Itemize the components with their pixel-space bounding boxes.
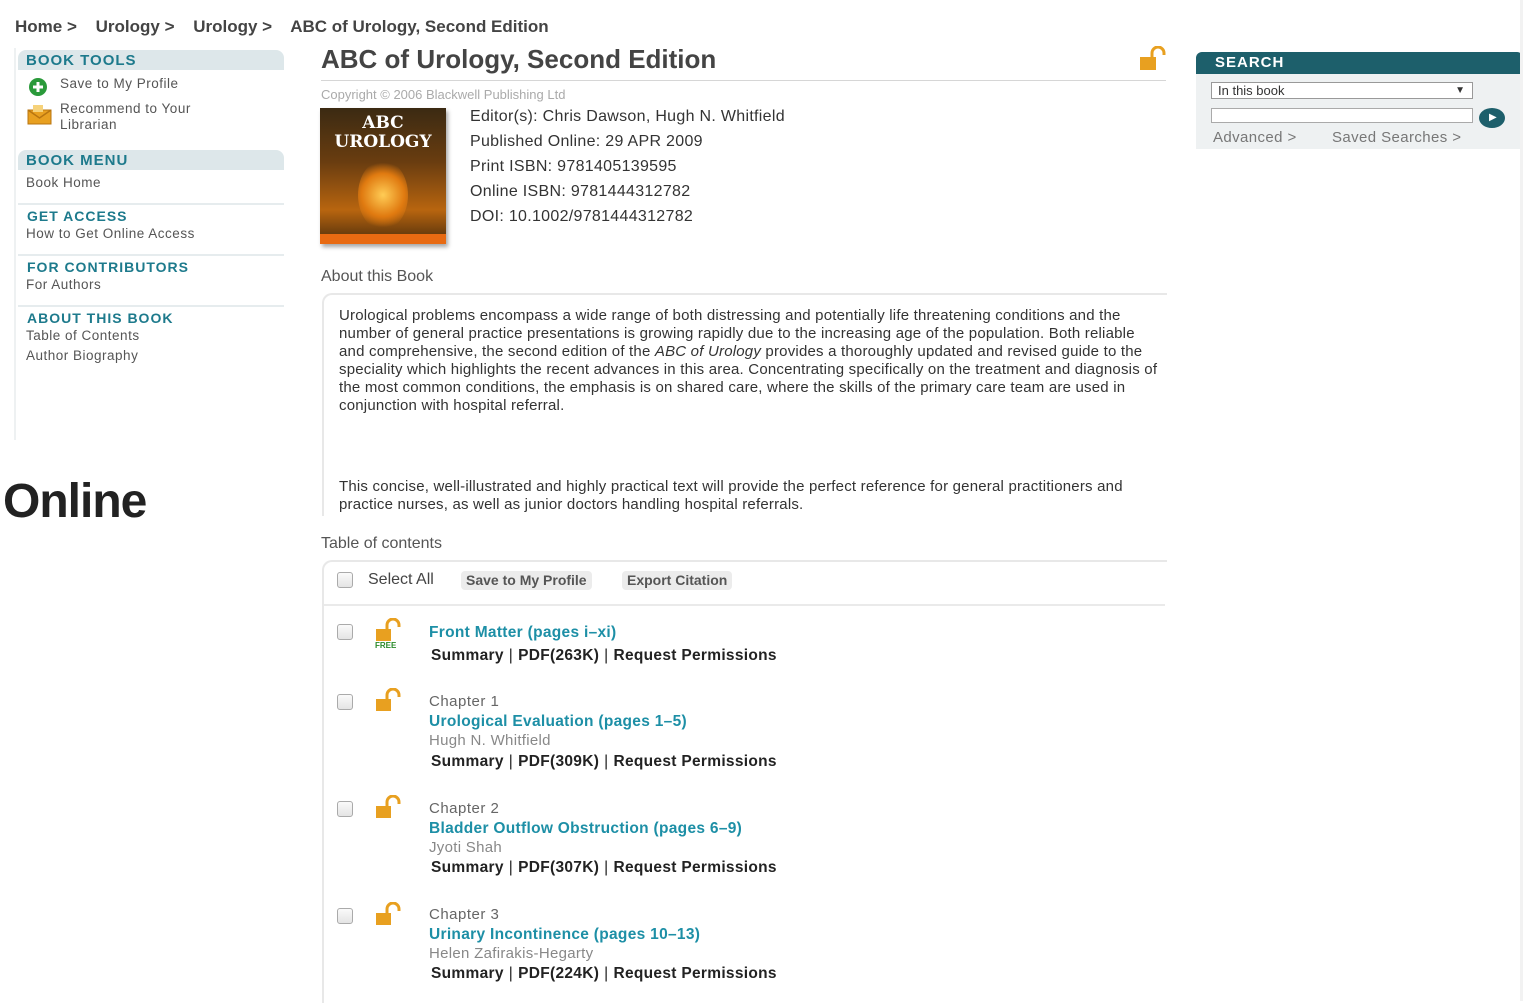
online-isbn: Online ISBN: 9781444312782	[470, 183, 691, 200]
save-to-profile-link[interactable]: Save to My Profile	[60, 76, 179, 91]
breadcrumb-home[interactable]: Home >	[15, 17, 77, 36]
author-biography-link[interactable]: Author Biography	[26, 348, 138, 363]
export-citation-button[interactable]: Export Citation	[622, 571, 733, 590]
table-of-contents-link[interactable]: Table of Contents	[26, 328, 140, 343]
entry-links: Summary | PDF(224K) | Request Permissions	[431, 965, 777, 982]
search-panel: SEARCH In this book ▼ ▶ Advanced > Saved…	[1196, 52, 1523, 149]
entry-author: Jyoti Shah	[429, 839, 503, 856]
entry-title-link[interactable]: Bladder Outflow Obstruction (pages 6–9)	[429, 820, 742, 838]
entry-links: Summary | PDF(263K) | Request Permissions	[431, 647, 777, 664]
pdf-link[interactable]: PDF(307K)	[518, 859, 599, 876]
entry-title-link[interactable]: Urological Evaluation (pages 1–5)	[429, 713, 687, 731]
request-permissions-link[interactable]: Request Permissions	[613, 859, 776, 876]
pdf-link[interactable]: PDF(224K)	[518, 965, 599, 982]
about-paragraph-2: This concise, well-illustrated and highl…	[339, 478, 1123, 513]
plus-circle-icon[interactable]	[27, 77, 49, 102]
get-access-heading: GET ACCESS	[27, 208, 128, 224]
entry-author: Hugh N. Whitfield	[429, 732, 551, 749]
copyright-notice: Copyright © 2006 Blackwell Publishing Lt…	[321, 87, 566, 102]
book-cover-image[interactable]: ABC UROLOGY	[320, 108, 446, 244]
summary-link[interactable]: Summary	[431, 859, 504, 876]
search-heading: SEARCH	[1196, 52, 1523, 74]
select-all-checkbox[interactable]	[337, 572, 353, 588]
editors: Editor(s): Chris Dawson, Hugh N. Whitfie…	[470, 108, 785, 125]
search-scope-select[interactable]: In this book ▼	[1211, 82, 1473, 99]
cover-title: ABC UROLOGY	[334, 113, 432, 152]
summary-link[interactable]: Summary	[431, 647, 504, 664]
breadcrumb-urology-1[interactable]: Urology >	[96, 17, 175, 36]
about-this-book-heading: ABOUT THIS BOOK	[27, 310, 174, 326]
saved-searches-link[interactable]: Saved Searches >	[1332, 129, 1461, 146]
free-badge: FREE	[375, 641, 397, 650]
book-menu-heading: BOOK MENU	[18, 150, 284, 170]
recommend-librarian-link[interactable]: Recommend to Your	[60, 101, 191, 116]
open-lock-icon	[375, 687, 405, 719]
for-authors-link[interactable]: For Authors	[26, 277, 101, 292]
sidebar-divider	[18, 203, 284, 205]
title-divider	[321, 80, 1166, 81]
online-label: Online	[3, 475, 147, 528]
entry-title-link[interactable]: Urinary Incontinence (pages 10–13)	[429, 926, 700, 944]
entry-checkbox[interactable]	[337, 908, 353, 924]
for-contributors-heading: FOR CONTRIBUTORS	[27, 259, 189, 275]
pdf-link[interactable]: PDF(309K)	[518, 753, 599, 770]
book-tools-heading: BOOK TOOLS	[18, 50, 284, 70]
arrow-right-icon: ▶	[1489, 112, 1497, 123]
search-input[interactable]	[1211, 108, 1473, 123]
search-go-button[interactable]: ▶	[1479, 108, 1505, 128]
request-permissions-link[interactable]: Request Permissions	[613, 965, 776, 982]
breadcrumb-current: ABC of Urology, Second Edition	[290, 17, 549, 36]
right-frame	[1520, 0, 1523, 1001]
book-home-link[interactable]: Book Home	[26, 175, 101, 190]
entry-author: Helen Zafirakis-Hegarty	[429, 945, 594, 962]
pdf-link[interactable]: PDF(263K)	[518, 647, 599, 664]
summary-link[interactable]: Summary	[431, 753, 504, 770]
online-access-link[interactable]: How to Get Online Access	[26, 226, 195, 241]
request-permissions-link[interactable]: Request Permissions	[613, 647, 776, 664]
entry-checkbox[interactable]	[337, 624, 353, 640]
about-paragraph-1: Urological problems encompass a wide ran…	[339, 307, 1158, 414]
request-permissions-link[interactable]: Request Permissions	[613, 753, 776, 770]
chapter-label: Chapter 3	[429, 906, 500, 923]
breadcrumb: Home > Urology > Urology > ABC of Urolog…	[15, 17, 563, 37]
sidebar-frame	[14, 48, 16, 440]
open-lock-icon	[375, 794, 405, 826]
advanced-search-link[interactable]: Advanced >	[1213, 129, 1297, 146]
recommend-librarian-link-line2[interactable]: Librarian	[60, 117, 117, 132]
entry-checkbox[interactable]	[337, 694, 353, 710]
toc-heading: Table of contents	[321, 535, 442, 552]
print-isbn: Print ISBN: 9781405139595	[470, 158, 677, 175]
chevron-down-icon: ▼	[1455, 85, 1465, 96]
entry-title-link[interactable]: Front Matter (pages i–xi)	[429, 624, 617, 642]
select-all-label[interactable]: Select All	[368, 571, 434, 589]
envelope-icon[interactable]	[27, 104, 53, 131]
toc-toolbar-divider	[324, 604, 1165, 606]
breadcrumb-urology-2[interactable]: Urology >	[193, 17, 272, 36]
page-title: ABC of Urology, Second Edition	[321, 44, 717, 74]
open-lock-icon	[1138, 46, 1166, 72]
doi: DOI: 10.1002/9781444312782	[470, 208, 694, 225]
save-to-profile-button[interactable]: Save to My Profile	[461, 571, 592, 590]
chapter-label: Chapter 2	[429, 800, 500, 817]
sidebar-divider	[18, 254, 284, 256]
open-lock-icon	[375, 901, 405, 933]
summary-link[interactable]: Summary	[431, 965, 504, 982]
chapter-label: Chapter 1	[429, 693, 500, 710]
about-heading: About this Book	[321, 268, 434, 285]
sidebar-divider	[18, 305, 284, 307]
entry-links: Summary | PDF(307K) | Request Permissions	[431, 859, 777, 876]
published-online: Published Online: 29 APR 2009	[470, 133, 703, 150]
entry-checkbox[interactable]	[337, 801, 353, 817]
entry-links: Summary | PDF(309K) | Request Permissions	[431, 753, 777, 770]
